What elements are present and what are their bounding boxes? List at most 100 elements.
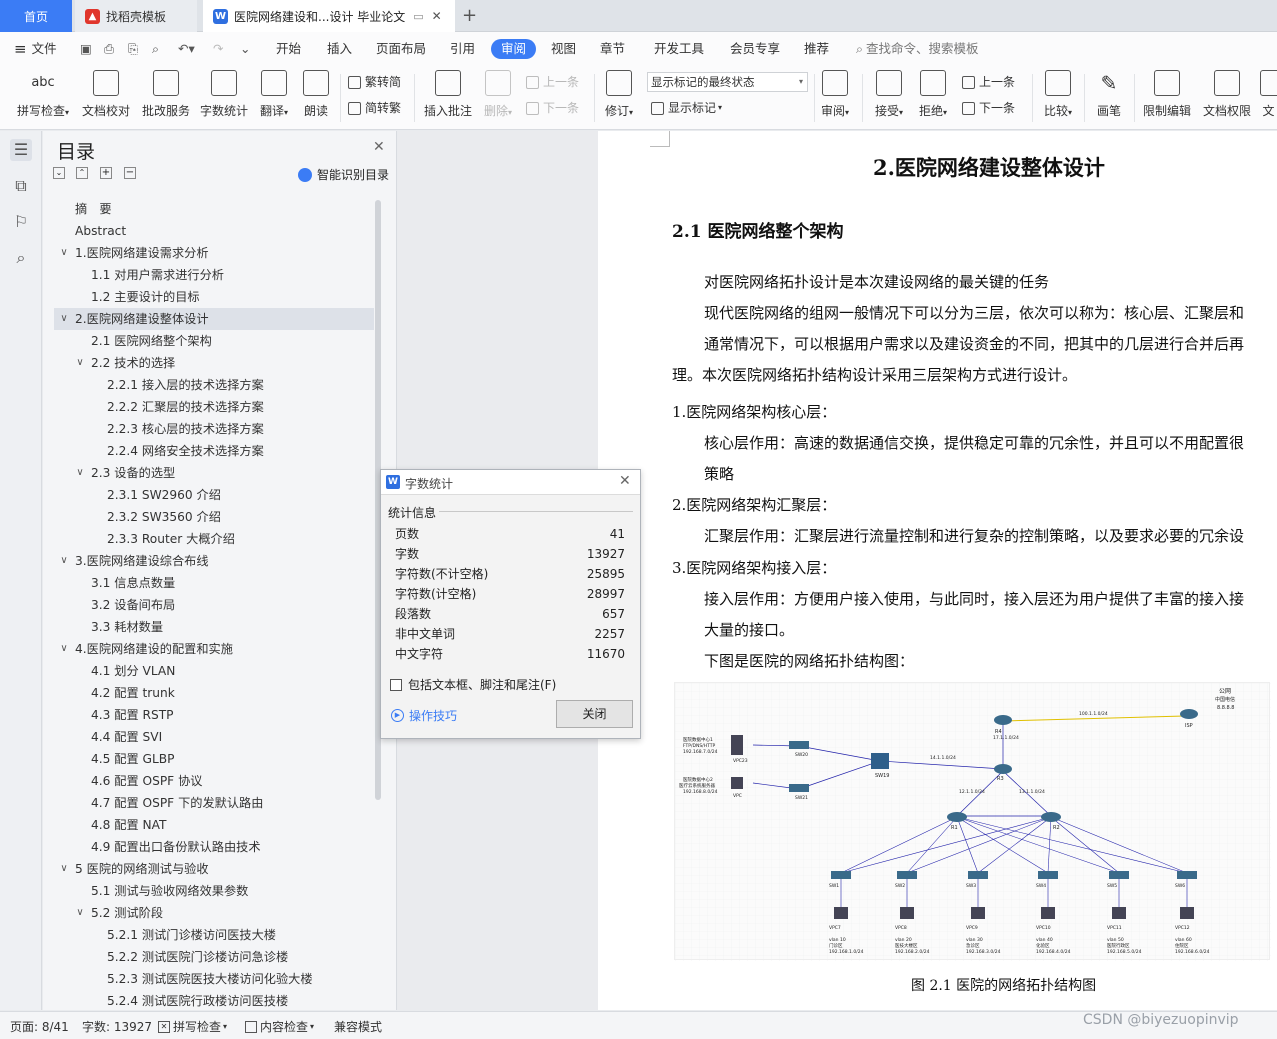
checkbox-box[interactable] bbox=[390, 678, 402, 691]
tab-close-icon[interactable]: ✕ bbox=[432, 9, 442, 23]
print-preview-icon[interactable]: ⌕ bbox=[152, 39, 159, 59]
insert-comment-button[interactable]: 插入批注 bbox=[422, 70, 474, 119]
toc-item[interactable]: 1.1 对用户需求进行分析 bbox=[91, 265, 224, 285]
undo-icon[interactable]: ↶▾ bbox=[178, 39, 195, 59]
toc-item[interactable]: 3.1 信息点数量 bbox=[91, 573, 175, 593]
toc-item[interactable]: 3.医院网络建设综合布线 bbox=[75, 551, 209, 571]
include-textbox-checkbox[interactable]: 包括文本框、脚注和尾注(F) bbox=[390, 676, 556, 693]
menu-item-8[interactable]: 会员专享 bbox=[730, 39, 780, 59]
doc-more-button[interactable]: 文 bbox=[1260, 70, 1277, 119]
toc-item[interactable]: 4.5 配置 GLBP bbox=[91, 749, 174, 769]
toc-item[interactable]: 4.9 配置出口备份默认路由技术 bbox=[91, 837, 261, 857]
toc-item[interactable]: 4.8 配置 NAT bbox=[91, 815, 166, 835]
close-icon[interactable]: ✕ bbox=[373, 139, 385, 155]
save-icon[interactable]: ▣ bbox=[80, 39, 92, 59]
redo-icon[interactable]: ↷ bbox=[213, 39, 223, 59]
toc-item[interactable]: 2.3 设备的选型 bbox=[91, 463, 175, 483]
collapse-all-icon[interactable]: ⌃ bbox=[76, 167, 88, 179]
quick-access-more-icon[interactable]: ⌄ bbox=[240, 39, 250, 59]
toc-item[interactable]: 5.2.2 测试医院门诊楼访问急诊楼 bbox=[107, 947, 288, 967]
toc-item[interactable]: 2.2.3 核心层的技术选择方案 bbox=[107, 419, 264, 439]
search-icon[interactable]: ⌕ bbox=[10, 247, 32, 269]
toc-item[interactable]: 5 医院的网络测试与验收 bbox=[75, 859, 209, 879]
new-tab-icon[interactable]: + bbox=[462, 5, 477, 26]
batch-service-button[interactable]: 批改服务 bbox=[140, 70, 192, 119]
bookmark-icon[interactable]: ⚐ bbox=[10, 211, 32, 233]
menu-item-4-active[interactable]: 审阅 bbox=[491, 39, 537, 59]
chevron-down-icon[interactable]: ∨ bbox=[74, 907, 86, 918]
toc-item[interactable]: 1.医院网络建设需求分析 bbox=[75, 243, 209, 263]
simp-to-trad-button[interactable]: 简转繁 bbox=[348, 99, 401, 117]
toc-item[interactable]: 2.2.4 网络安全技术选择方案 bbox=[107, 441, 264, 461]
menu-item-9[interactable]: 推荐 bbox=[804, 39, 829, 59]
toc-item[interactable]: 1.2 主要设计的目标 bbox=[91, 287, 200, 307]
chapter-icon[interactable]: ⧉ bbox=[10, 175, 32, 197]
next-comment-button[interactable]: 下一条 bbox=[526, 99, 579, 117]
menu-item-7[interactable]: 开发工具 bbox=[654, 39, 704, 59]
export-pdf-icon[interactable]: ⎙ bbox=[104, 39, 114, 59]
toc-item[interactable]: 4.6 配置 OSPF 协议 bbox=[91, 771, 202, 791]
chevron-down-icon[interactable]: ∨ bbox=[58, 313, 70, 324]
word-count-indicator[interactable]: 字数: 13927 bbox=[82, 1018, 152, 1035]
review-button[interactable]: 审阅▾ bbox=[816, 70, 854, 119]
toc-item[interactable]: 4.4 配置 SVI bbox=[91, 727, 162, 747]
read-aloud-button[interactable]: 朗读 bbox=[300, 70, 332, 119]
pen-button[interactable]: ✎ 画笔 bbox=[1090, 70, 1128, 119]
show-markup-button[interactable]: 显示标记 ▾ bbox=[651, 99, 722, 117]
spell-check-button[interactable]: abc 拼写检查▾ bbox=[12, 70, 74, 119]
toc-item[interactable]: 4.2 配置 trunk bbox=[91, 683, 175, 703]
translate-button[interactable]: 翻译▾ bbox=[256, 70, 292, 119]
compare-button[interactable]: 比较▾ bbox=[1038, 70, 1078, 119]
toc-item[interactable]: 2.2 技术的选择 bbox=[91, 353, 175, 373]
add-heading-icon[interactable]: + bbox=[100, 167, 112, 179]
trad-to-simp-button[interactable]: 繁转简 bbox=[348, 73, 401, 91]
toc-panel-icon[interactable]: ☰ bbox=[10, 139, 32, 161]
toc-item[interactable]: 2.3.1 SW2960 介绍 bbox=[107, 485, 221, 505]
restrict-edit-button[interactable]: 限制编辑 bbox=[1140, 70, 1194, 119]
word-count-button[interactable]: 字数统计 bbox=[198, 70, 250, 119]
toc-item[interactable]: 5.2 测试阶段 bbox=[91, 903, 163, 923]
menu-item-1[interactable]: 插入 bbox=[327, 39, 352, 59]
menu-item-3[interactable]: 引用 bbox=[450, 39, 475, 59]
toc-item[interactable]: 2.3.2 SW3560 介绍 bbox=[107, 507, 221, 527]
accept-button[interactable]: 接受▾ bbox=[870, 70, 908, 119]
delete-comment-button[interactable]: 删除▾ bbox=[480, 70, 516, 119]
tab-document[interactable]: W 医院网络建设和...设计 毕业论文 ▭ ✕ bbox=[203, 0, 455, 32]
chevron-down-icon[interactable]: ∨ bbox=[58, 863, 70, 874]
chevron-down-icon[interactable]: ∨ bbox=[58, 555, 70, 566]
prev-comment-button[interactable]: 上一条 bbox=[526, 73, 579, 91]
toc-item[interactable]: 3.3 耗材数量 bbox=[91, 617, 163, 637]
toc-item[interactable]: 5.2.1 测试门诊楼访问医技大楼 bbox=[107, 925, 276, 945]
print-icon[interactable]: ⎘ bbox=[128, 39, 138, 59]
tab-templates[interactable]: ▲ 找稻壳模板 bbox=[75, 0, 197, 32]
menu-item-5[interactable]: 视图 bbox=[551, 39, 576, 59]
toc-item[interactable]: 2.2.1 接入层的技术选择方案 bbox=[107, 375, 264, 395]
toc-item[interactable]: 2.1 医院网络整个架构 bbox=[91, 331, 212, 351]
menu-item-0[interactable]: 开始 bbox=[276, 39, 301, 59]
toc-item[interactable]: 摘 要 bbox=[75, 199, 112, 219]
reject-button[interactable]: 拒绝▾ bbox=[914, 70, 952, 119]
toc-item[interactable]: 5.2.4 测试医院行政楼访问医技楼 bbox=[107, 991, 288, 1011]
chevron-down-icon[interactable]: ∨ bbox=[58, 247, 70, 258]
menu-item-6[interactable]: 章节 bbox=[600, 39, 625, 59]
toc-item[interactable]: 5.2.3 测试医院医技大楼访问化验大楼 bbox=[107, 969, 313, 989]
command-search[interactable]: ⌕ 查找命令、搜索模板 bbox=[856, 39, 979, 59]
remove-heading-icon[interactable]: − bbox=[124, 167, 136, 179]
tips-link[interactable]: ▶ 操作技巧 bbox=[391, 707, 457, 724]
chevron-down-icon[interactable]: ∨ bbox=[74, 357, 86, 368]
toc-item[interactable]: Abstract bbox=[75, 221, 126, 241]
toc-item[interactable]: 3.2 设备间布局 bbox=[91, 595, 175, 615]
monitor-icon[interactable]: ▭ bbox=[413, 10, 423, 23]
smart-toc-button[interactable]: 智能识别目录 bbox=[298, 166, 389, 183]
chevron-down-icon[interactable]: ∨ bbox=[74, 467, 86, 478]
menu-item-2[interactable]: 页面布局 bbox=[376, 39, 426, 59]
markup-state-select[interactable]: 显示标记的最终状态 ▾ bbox=[647, 72, 808, 92]
expand-all-icon[interactable]: ⌄ bbox=[53, 167, 65, 179]
doc-permission-button[interactable]: 文档权限 bbox=[1200, 70, 1254, 119]
toc-item[interactable]: 2.医院网络建设整体设计 bbox=[75, 309, 209, 329]
dialog-close-button[interactable]: 关闭 bbox=[556, 700, 633, 728]
toc-item[interactable]: 4.7 配置 OSPF 下的发默认路由 bbox=[91, 793, 263, 813]
revise-button[interactable]: 修订▾ bbox=[600, 70, 638, 119]
content-check-status[interactable]: 内容检查 ▾ bbox=[245, 1018, 314, 1035]
toc-item[interactable]: 2.3.3 Router 大概介绍 bbox=[107, 529, 235, 549]
